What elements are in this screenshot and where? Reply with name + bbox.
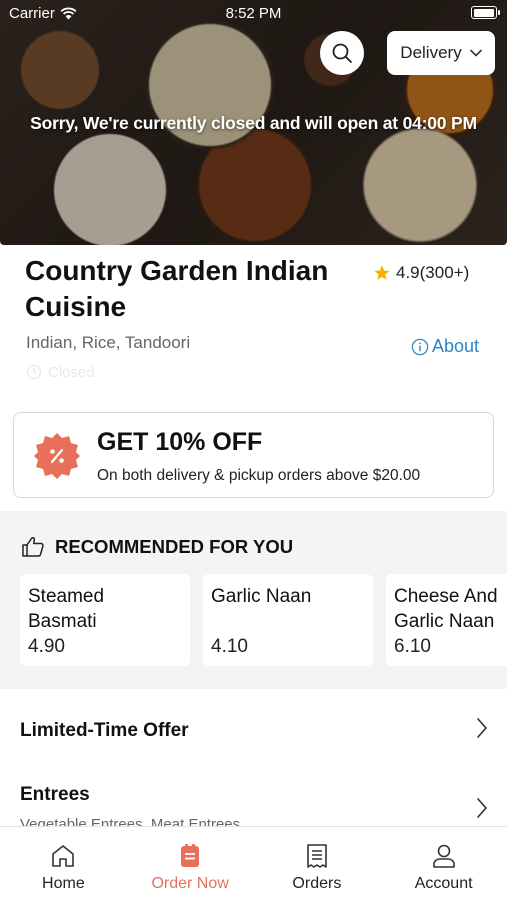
item-price: 6.10 — [394, 636, 431, 657]
home-icon — [52, 845, 75, 867]
item-name-line1: Garlic Naan — [211, 586, 312, 607]
recommended-item-card[interactable]: Garlic Naan 4.10 — [203, 574, 373, 666]
item-name-line1: Cheese And — [394, 586, 498, 607]
open-status-label: Closed — [48, 364, 95, 381]
closed-message: Sorry, We're currently closed and will o… — [30, 113, 477, 133]
tab-account[interactable]: Account — [380, 827, 507, 900]
recommended-title: RECOMMENDED FOR YOU — [55, 536, 294, 557]
tab-order-now[interactable]: Order Now — [127, 827, 254, 900]
recommended-section: RECOMMENDED FOR YOU Steamed Basmati 4.90… — [0, 511, 507, 689]
tab-bar: Home Order Now Orders Account — [0, 826, 507, 900]
star-icon — [374, 265, 390, 280]
chevron-right-icon — [477, 718, 488, 738]
item-name-line2: Basmati — [28, 611, 97, 632]
open-status: Closed — [26, 364, 95, 381]
thumbs-up-icon — [22, 537, 44, 557]
tab-label: Account — [414, 875, 473, 892]
battery-icon — [471, 6, 500, 19]
menu-category-title: Limited-Time Offer — [20, 720, 189, 741]
receipt-icon — [307, 844, 327, 868]
clock-icon — [26, 364, 42, 380]
recommended-item-card[interactable]: Cheese And Garlic Naan 6.10 — [386, 574, 507, 666]
hero-banner: Carrier 8:52 PM Delivery Sorry, We're cu… — [0, 0, 507, 245]
cuisine-tags: Indian, Rice, Tandoori — [26, 333, 191, 352]
search-button[interactable] — [320, 31, 364, 75]
menu-category-row[interactable]: Entrees Vegetable Entrees, Meat Entrees — [0, 768, 507, 826]
item-name-line1: Steamed — [28, 586, 105, 607]
about-label: About — [432, 336, 480, 356]
item-price: 4.10 — [211, 636, 248, 657]
tab-label: Orders — [292, 875, 342, 892]
tab-label: Home — [42, 875, 85, 892]
recommended-item-card[interactable]: Steamed Basmati 4.90 — [20, 574, 190, 666]
rating: 4.9(300+) — [373, 263, 469, 283]
tab-orders[interactable]: Orders — [254, 827, 381, 900]
restaurant-name: Country Garden Indian Cuisine — [25, 255, 329, 322]
promo-banner[interactable]: GET 10% OFF On both delivery & pickup or… — [13, 412, 494, 498]
about-link[interactable]: About — [411, 336, 479, 357]
tab-label: Order Now — [151, 875, 229, 892]
item-price: 4.90 — [28, 636, 65, 657]
recommended-header: RECOMMENDED FOR YOU — [21, 536, 293, 558]
promo-title: GET 10% OFF — [97, 428, 263, 456]
status-bar: Carrier 8:52 PM — [0, 0, 507, 28]
status-time: 8:52 PM — [225, 5, 282, 22]
person-icon — [432, 844, 455, 868]
menu-category-row[interactable]: Limited-Time Offer — [0, 698, 507, 768]
tab-home[interactable]: Home — [0, 827, 127, 900]
search-icon — [332, 43, 352, 63]
order-icon — [181, 844, 200, 867]
menu-category-subtitle: Vegetable Entrees, Meat Entrees — [20, 816, 241, 826]
item-name-line2: Garlic Naan — [394, 611, 495, 632]
chevron-down-icon — [469, 49, 482, 57]
rating-value: 4.9(300+) — [396, 263, 470, 282]
info-icon — [411, 338, 429, 355]
chevron-right-icon — [477, 798, 488, 818]
discount-badge-icon — [34, 433, 80, 479]
battery-level — [473, 8, 494, 17]
promo-subtitle: On both delivery & pickup orders above $… — [97, 467, 421, 484]
menu-category-title: Entrees — [20, 784, 90, 805]
delivery-mode-label: Delivery — [400, 43, 462, 62]
delivery-mode-selector[interactable]: Delivery — [387, 31, 495, 75]
